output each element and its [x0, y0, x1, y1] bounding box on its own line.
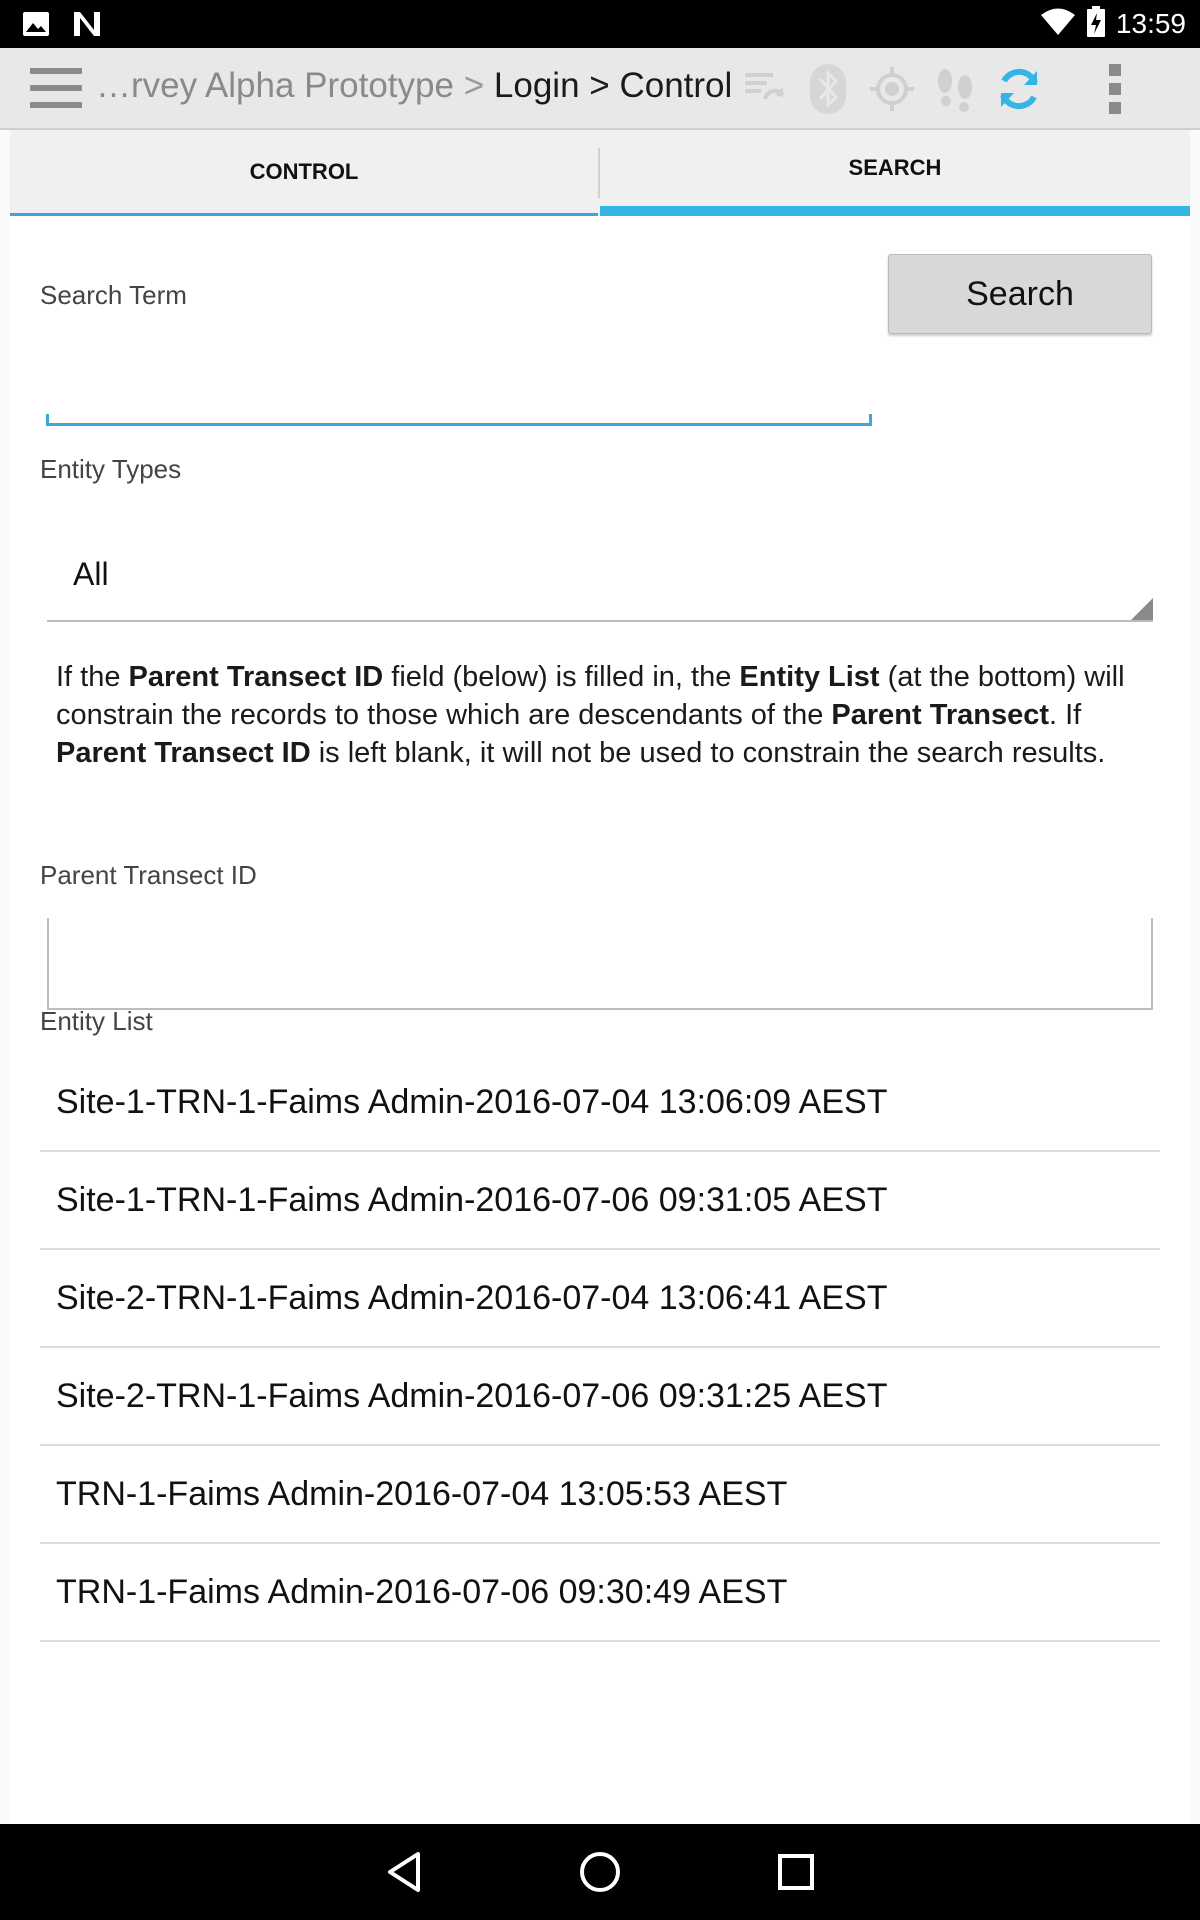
breadcrumb-separator: >	[589, 66, 610, 105]
image-icon	[22, 11, 50, 41]
list-item[interactable]: Site-2-TRN-1-Faims Admin-2016-07-06 09:3…	[40, 1348, 1160, 1446]
list-item[interactable]: Site-1-TRN-1-Faims Admin-2016-07-06 09:3…	[40, 1152, 1160, 1250]
sync-icon[interactable]	[992, 62, 1046, 116]
wifi-icon	[1040, 8, 1076, 40]
dropdown-arrow-icon	[1131, 598, 1153, 620]
n-logo-icon	[72, 10, 102, 42]
list-item[interactable]: Site-2-TRN-1-Faims Admin-2016-07-04 13:0…	[40, 1250, 1160, 1348]
gps-icon[interactable]	[865, 62, 919, 116]
parent-transect-field[interactable]	[47, 918, 1153, 1010]
overflow-menu-icon[interactable]	[1088, 62, 1142, 116]
dropdown-underline	[47, 620, 1153, 622]
entity-list-label: Entity List	[40, 1006, 153, 1036]
search-button[interactable]: Search	[888, 254, 1152, 334]
parent-transect-label: Parent Transect ID	[40, 860, 257, 890]
tab-search[interactable]: SEARCH	[600, 130, 1190, 216]
tab-bar: CONTROL SEARCH	[10, 130, 1190, 216]
battery-charging-icon	[1086, 6, 1106, 42]
breadcrumb-control: Control	[619, 66, 733, 105]
entity-list: Site-1-TRN-1-Faims Admin-2016-07-04 13:0…	[40, 1054, 1160, 1642]
list-item[interactable]: TRN-1-Faims Admin-2016-07-06 09:30:49 AE…	[40, 1544, 1160, 1642]
sync-status-icon[interactable]	[738, 62, 792, 116]
breadcrumb-separator: >	[463, 66, 485, 105]
search-term-input[interactable]	[54, 346, 864, 412]
parent-transect-help-text: If the Parent Transect ID field (below) …	[56, 661, 1125, 769]
search-input-underline	[46, 414, 872, 426]
bluetooth-icon[interactable]	[801, 62, 855, 116]
recents-icon[interactable]	[766, 1842, 826, 1902]
list-item[interactable]: Site-1-TRN-1-Faims Admin-2016-07-04 13:0…	[40, 1054, 1160, 1152]
entity-types-selected: All	[73, 556, 109, 592]
list-item[interactable]: TRN-1-Faims Admin-2016-07-04 13:05:53 AE…	[40, 1446, 1160, 1544]
entity-types-label: Entity Types	[40, 454, 182, 484]
parent-transect-input[interactable]	[49, 918, 1151, 1008]
home-icon[interactable]	[570, 1842, 630, 1902]
tab-control[interactable]: CONTROL	[10, 130, 598, 216]
status-bar: 13:59	[0, 0, 1200, 48]
entity-types-dropdown[interactable]: All	[47, 522, 1153, 622]
tracking-icon[interactable]	[928, 62, 982, 116]
status-time: 13:59	[1115, 8, 1186, 39]
search-term-label: Search Term	[40, 280, 187, 310]
breadcrumb: …rvey Alpha Prototype > Login > Control	[96, 66, 732, 106]
action-bar: …rvey Alpha Prototype > Login > Control	[0, 48, 1200, 130]
menu-icon[interactable]	[30, 68, 82, 108]
back-icon[interactable]	[374, 1842, 434, 1902]
search-panel: Search Term Search Entity Types All If t…	[10, 216, 1190, 1824]
navigation-bar	[0, 1824, 1200, 1920]
breadcrumb-login[interactable]: Login	[494, 66, 580, 105]
breadcrumb-module[interactable]: …rvey Alpha Prototype	[96, 66, 454, 105]
